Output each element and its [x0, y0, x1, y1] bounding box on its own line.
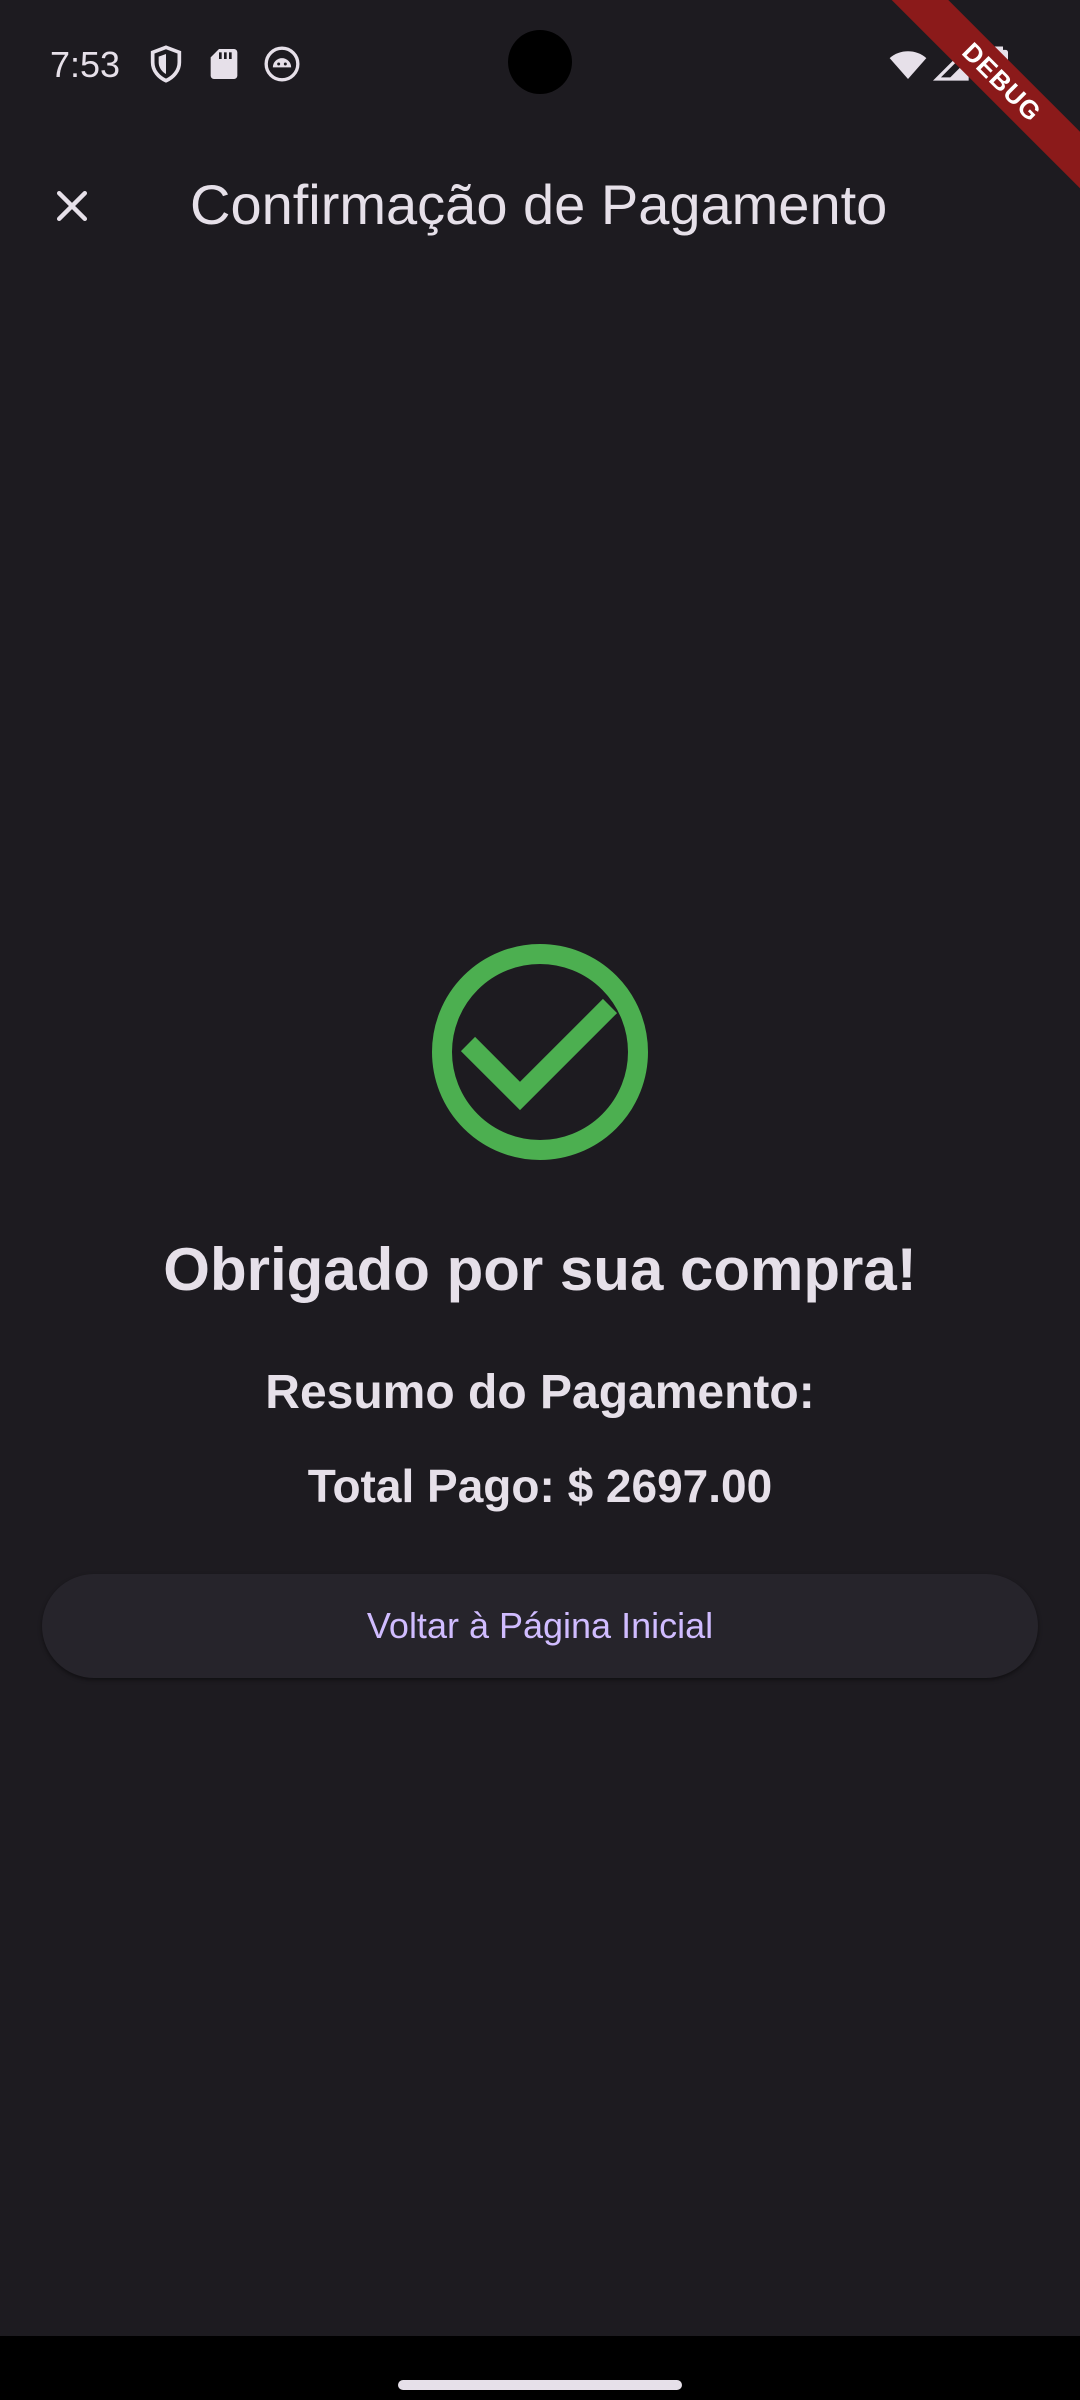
status-time: 7:53 [50, 44, 121, 85]
payment-confirmation-screen: 7:53 DEBUG Confirmação de Pagamento Obri… [0, 0, 1080, 2400]
camera-cutout [508, 30, 572, 94]
system-nav-bar [0, 2336, 1080, 2400]
shield-icon [150, 45, 182, 83]
back-to-home-button[interactable]: Voltar à Página Inicial [42, 1574, 1038, 1678]
total-paid-text: Total Pago: $ 2697.00 [307, 1460, 773, 1512]
home-gesture-handle[interactable] [398, 2380, 682, 2390]
back-to-home-label: Voltar à Página Inicial [366, 1605, 714, 1646]
payment-summary-title: Resumo do Pagamento: [265, 1366, 815, 1419]
close-icon [56, 190, 88, 222]
check-circle-icon [432, 944, 648, 1160]
page-title: Confirmação de Pagamento [190, 173, 888, 236]
app-bar: Confirmação de Pagamento [0, 130, 1080, 270]
sd-card-icon [210, 49, 238, 79]
close-button[interactable] [32, 166, 112, 246]
android-debug-icon [264, 46, 300, 82]
thank-you-heading: Obrigado por sua compra! [163, 1236, 917, 1303]
wifi-icon [889, 51, 927, 79]
